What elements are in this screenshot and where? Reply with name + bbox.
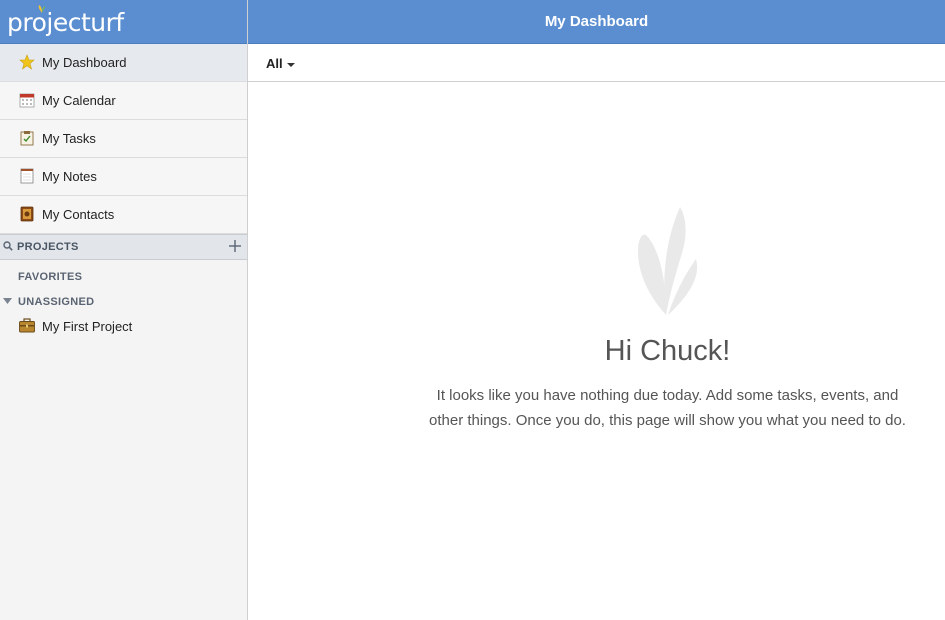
collapse-triangle-icon[interactable] xyxy=(3,298,12,305)
nav-label: My Dashboard xyxy=(42,55,127,70)
app-logo[interactable]: projecturf xyxy=(7,8,124,37)
nav-item-contacts[interactable]: My Contacts xyxy=(0,196,247,234)
briefcase-icon xyxy=(19,318,35,333)
page-title: My Dashboard xyxy=(544,13,649,30)
unassigned-label[interactable]: UNASSIGNED xyxy=(18,296,94,308)
search-icon[interactable] xyxy=(3,241,13,251)
notepad-icon xyxy=(20,168,34,184)
sidebar: projecturf My Dashboard My Calendar My T… xyxy=(0,0,248,620)
project-label: My First Project xyxy=(42,319,133,334)
nav-item-tasks[interactable]: My Tasks xyxy=(0,120,247,158)
add-project-icon[interactable] xyxy=(228,239,242,253)
filter-bar: All xyxy=(248,44,945,82)
empty-state-message: It looks like you have nothing due today… xyxy=(429,387,906,429)
address-book-icon xyxy=(20,206,34,222)
project-item[interactable]: My First Project xyxy=(0,315,247,337)
greeting-title: Hi Chuck! xyxy=(604,335,731,367)
nav-label: My Calendar xyxy=(42,93,116,108)
clipboard-icon xyxy=(20,131,34,146)
calendar-icon xyxy=(19,93,35,108)
sprout-watermark-icon xyxy=(638,207,698,315)
logo-bar: projecturf xyxy=(0,0,247,44)
nav-item-notes[interactable]: My Notes xyxy=(0,158,247,196)
filter-dropdown[interactable]: All xyxy=(266,56,295,71)
projects-header: PROJECTS xyxy=(0,234,247,260)
favorites-label: FAVORITES xyxy=(18,271,83,283)
nav-label: My Notes xyxy=(42,169,97,184)
nav-label: My Tasks xyxy=(42,131,96,146)
top-header: My Dashboard xyxy=(248,0,945,44)
star-icon xyxy=(19,54,35,70)
nav-item-dashboard[interactable]: My Dashboard xyxy=(0,44,247,82)
projects-title: PROJECTS xyxy=(17,241,79,253)
nav-item-calendar[interactable]: My Calendar xyxy=(0,82,247,120)
empty-state: Hi Chuck! It looks like you have nothing… xyxy=(390,200,945,433)
nav-label: My Contacts xyxy=(42,207,115,222)
filter-selected: All xyxy=(266,56,283,71)
chevron-down-icon xyxy=(286,62,295,67)
